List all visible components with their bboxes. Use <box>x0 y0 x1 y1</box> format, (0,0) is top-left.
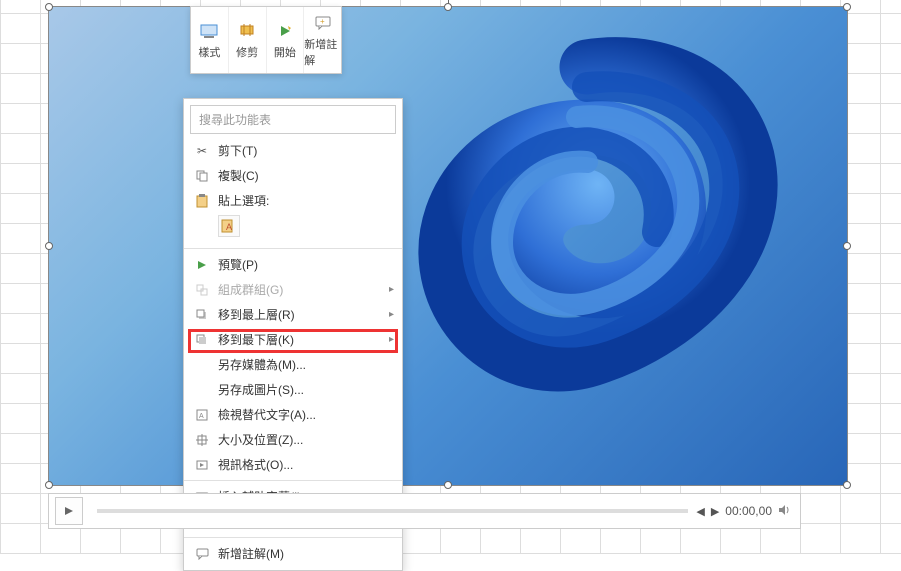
resize-handle-tr[interactable] <box>843 3 851 11</box>
volume-button[interactable] <box>778 504 790 519</box>
play-button[interactable] <box>55 497 83 525</box>
step-back-button[interactable]: ◀ <box>696 505 704 518</box>
new-comment-label: 新增註解 <box>304 36 341 68</box>
resize-handle-bl[interactable] <box>45 481 53 489</box>
resize-handle-tl[interactable] <box>45 3 53 11</box>
preview-label: 預覽(P) <box>218 256 258 273</box>
size-pos-label: 大小及位置(Z)... <box>218 431 303 448</box>
cut-label: 剪下(T) <box>218 142 257 159</box>
svg-text:+: + <box>320 17 325 26</box>
bring-front-icon <box>192 307 212 323</box>
send-back-icon <box>192 332 212 348</box>
paste-option-keep-format[interactable]: A <box>184 213 402 245</box>
search-menu-input[interactable]: 搜尋此功能表 <box>190 105 396 134</box>
style-label: 樣式 <box>198 44 220 60</box>
cut-item[interactable]: ✂ 剪下(T) <box>184 138 402 163</box>
trim-label: 修剪 <box>236 44 258 60</box>
play-button-tb[interactable]: 開始 <box>267 7 305 73</box>
time-display: 00:00,00 <box>725 504 772 518</box>
bring-front-label: 移到最上層(R) <box>218 306 295 323</box>
alt-text-item[interactable]: A 檢視替代文字(A)... <box>184 402 402 427</box>
resize-handle-ml[interactable] <box>45 242 53 250</box>
send-back-item[interactable]: 移到最下層(K) ▸ <box>184 327 402 352</box>
size-pos-item[interactable]: 大小及位置(Z)... <box>184 427 402 452</box>
media-player-bar: ◀ ▶ 00:00,00 <box>48 493 801 529</box>
comment-icon: + <box>313 13 333 33</box>
video-fmt-label: 視訊格式(O)... <box>218 456 293 473</box>
save-media-label: 另存媒體為(M)... <box>218 356 306 373</box>
copy-label: 複製(C) <box>218 167 259 184</box>
resize-handle-mr[interactable] <box>843 242 851 250</box>
video-object[interactable] <box>48 6 848 486</box>
paste-options-item: 貼上選項: <box>184 188 402 213</box>
bring-front-item[interactable]: 移到最上層(R) ▸ <box>184 302 402 327</box>
submenu-arrow: ▸ <box>389 309 394 320</box>
svg-text:A: A <box>226 222 232 232</box>
paste-icon <box>192 193 212 209</box>
new-comment-button-tb[interactable]: + 新增註解 <box>304 7 341 73</box>
step-fwd-button[interactable]: ▶ <box>711 505 719 518</box>
submenu-arrow: ▸ <box>389 334 394 345</box>
video-fmt-icon <box>192 457 212 473</box>
separator <box>184 248 402 249</box>
style-icon <box>199 21 219 41</box>
send-back-label: 移到最下層(K) <box>218 331 294 348</box>
group-icon <box>192 282 212 298</box>
size-pos-icon <box>192 432 212 448</box>
preview-item[interactable]: 預覽(P) <box>184 252 402 277</box>
play-label: 開始 <box>274 44 296 60</box>
alt-text-icon: A <box>192 407 212 423</box>
separator <box>184 480 402 481</box>
save-media-item[interactable]: 另存媒體為(M)... <box>184 352 402 377</box>
save-image-label: 另存成圖片(S)... <box>218 381 304 398</box>
trim-icon <box>237 21 257 41</box>
copy-icon <box>192 168 212 184</box>
alt-text-label: 檢視替代文字(A)... <box>218 406 316 423</box>
separator <box>184 537 402 538</box>
resize-handle-tm[interactable] <box>444 3 452 11</box>
resize-handle-br[interactable] <box>843 481 851 489</box>
wallpaper-swirl <box>387 27 787 457</box>
seek-track[interactable] <box>97 509 688 513</box>
submenu-arrow: ▸ <box>389 284 394 295</box>
trim-button[interactable]: 修剪 <box>229 7 267 73</box>
mini-toolbar: 樣式 修剪 開始 + 新增註解 <box>190 6 342 74</box>
paste-keep-icon: A <box>218 215 240 237</box>
save-image-item[interactable]: 另存成圖片(S)... <box>184 377 402 402</box>
group-label: 組成群組(G) <box>218 281 283 298</box>
copy-item[interactable]: 複製(C) <box>184 163 402 188</box>
blank-icon <box>192 382 212 398</box>
paste-options-label: 貼上選項: <box>218 192 269 209</box>
play-icon <box>275 21 295 41</box>
style-button[interactable]: 樣式 <box>191 7 229 73</box>
preview-icon <box>192 257 212 273</box>
resize-handle-bm[interactable] <box>444 481 452 489</box>
svg-text:A: A <box>199 413 204 420</box>
blank-icon <box>192 357 212 373</box>
video-fmt-item[interactable]: 視訊格式(O)... <box>184 452 402 477</box>
group-item: 組成群組(G) ▸ <box>184 277 402 302</box>
cut-icon: ✂ <box>192 143 212 159</box>
